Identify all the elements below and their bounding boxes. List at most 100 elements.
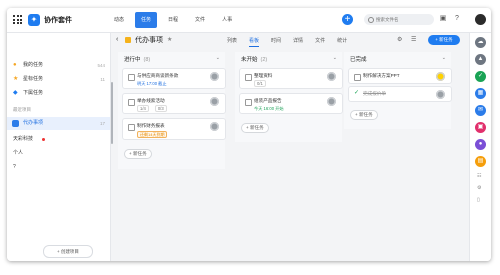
filter-icon[interactable]: ☰: [411, 36, 416, 43]
tab-timeline[interactable]: 时间: [271, 37, 281, 47]
right-rail: ☁ ▲ ✓ ▦ ✉ ▣ ● ▤ ☷ ⚙ ▯: [469, 33, 491, 261]
user-avatar[interactable]: [475, 14, 486, 25]
sidebar-group-company[interactable]: 天彩科技: [7, 133, 110, 146]
star-outline-icon[interactable]: ★: [167, 36, 172, 43]
sidebar-item-project[interactable]: 代办事项 17: [7, 117, 110, 130]
bag-icon[interactable]: ▣: [475, 122, 486, 133]
task-due: 明天 17:00 截止: [137, 81, 167, 86]
approve-icon[interactable]: ✓: [475, 71, 486, 82]
assignee-avatar: [210, 97, 219, 106]
column-header: 进行中 (8) ⌄: [118, 52, 225, 66]
people-icon[interactable]: ●: [475, 139, 486, 150]
add-task-button[interactable]: + 新任务: [350, 110, 378, 120]
create-project-button[interactable]: + 创建项目: [43, 245, 93, 258]
add-task-button[interactable]: + 新任务: [124, 149, 152, 159]
sidebar-group-personal[interactable]: 个人: [7, 147, 110, 160]
task-title: 与供应商商谈新条款: [137, 73, 179, 78]
task-checkbox[interactable]: [128, 74, 135, 81]
sidebar: ● 我的任务 544 ★ 星标任务 11 ◆ 下属任务 最近项目 代办事项 17…: [7, 33, 111, 261]
sidebar-group-other[interactable]: ?: [7, 161, 110, 174]
checkmark-icon[interactable]: ✓: [354, 90, 359, 96]
tab-details[interactable]: 详情: [293, 37, 303, 47]
assignee-avatar: [210, 72, 219, 81]
folder-icon[interactable]: ▤: [475, 156, 486, 167]
task-card[interactable]: 整理资料 0/1: [239, 68, 343, 89]
chevron-down-icon[interactable]: ⌄: [333, 55, 337, 61]
column-header: 已完成 ⌄: [344, 52, 451, 66]
sidebar-item-my-tasks[interactable]: ● 我的任务 544: [7, 59, 110, 72]
sidebar-group-label: ?: [13, 164, 16, 170]
column-title-text: 进行中: [124, 57, 141, 63]
sidebar-item-label: 星标任务: [23, 76, 44, 82]
help-icon[interactable]: ?: [452, 14, 462, 24]
nav-item-tasks[interactable]: 任务: [135, 12, 158, 28]
column-count: (8): [143, 57, 151, 63]
nav-item-feed[interactable]: 动态: [108, 12, 130, 28]
more-icon[interactable]: ▯: [477, 197, 480, 203]
app-window: ✦ 协作套件 动态 任务 日程 文件 人事 + ▣ ? ● 我的任务 544 ★…: [7, 8, 491, 261]
sidebar-item-label: 代办事项: [23, 120, 44, 126]
nav-item-hr[interactable]: 人事: [216, 12, 238, 28]
sidebar-item-starred[interactable]: ★ 星标任务 11: [7, 73, 110, 86]
add-task-button[interactable]: + 新任务: [241, 123, 269, 133]
user-icon: ●: [13, 62, 17, 68]
chevron-down-icon[interactable]: ⌄: [216, 55, 220, 61]
tab-stats[interactable]: 统计: [337, 37, 347, 47]
settings-icon[interactable]: ⚙: [477, 185, 481, 191]
chat-icon[interactable]: ✉: [475, 105, 486, 116]
cloud-icon[interactable]: ☁: [475, 37, 486, 48]
calendar-icon[interactable]: ▣: [438, 14, 448, 24]
tab-files[interactable]: 文件: [315, 37, 325, 47]
task-card[interactable]: 与供应商商谈新条款 明天 17:00 截止: [122, 68, 226, 89]
task-checkbox[interactable]: [128, 99, 135, 106]
nav-item-calendar[interactable]: 日程: [162, 12, 184, 28]
task-checkbox[interactable]: [128, 124, 135, 131]
settings-gear-icon[interactable]: ⚙: [397, 36, 402, 43]
task-checkbox[interactable]: [245, 74, 252, 81]
page-title: 代办事项: [135, 37, 163, 44]
task-card[interactable]: 举办线索活动 1/4 0/3: [122, 93, 226, 114]
task-title: 制作财务报表: [137, 123, 165, 128]
nav-item-files[interactable]: 文件: [189, 12, 211, 28]
people-icon: ◆: [13, 90, 18, 96]
task-due: 今天 16:00 开始: [254, 106, 284, 111]
due-tag: 还剩14天到期: [137, 131, 168, 138]
sidebar-item-count: 11: [100, 77, 105, 82]
apps-grid-icon[interactable]: [13, 15, 22, 24]
tab-list[interactable]: 列表: [227, 37, 237, 47]
task-title: 整理资料: [254, 73, 273, 78]
task-card[interactable]: ✓ 完成报价单: [348, 86, 452, 102]
chevron-down-icon[interactable]: ⌄: [442, 55, 446, 61]
recent-projects-heading: 最近项目: [13, 107, 31, 112]
assignee-avatar: [327, 97, 336, 106]
calendar-icon[interactable]: ▦: [475, 88, 486, 99]
back-arrow-icon[interactable]: ‹: [116, 36, 118, 43]
checklist-count: 0/3: [154, 105, 167, 112]
task-title: 举办线索活动: [137, 98, 165, 103]
board-column-done: 已完成 ⌄ 制作解决方案PPT ✓ 完成报价单 + 新任务: [344, 52, 452, 129]
column-header: 未开始 (2) ⌄: [235, 52, 342, 66]
task-meta: 0/1: [254, 80, 266, 87]
task-checkbox[interactable]: [354, 74, 361, 81]
app-logo-icon: ✦: [28, 14, 40, 26]
assignee-avatar: [327, 72, 336, 81]
search-input[interactable]: [364, 14, 434, 25]
task-card[interactable]: 制作解决方案PPT: [348, 68, 452, 84]
assignee-avatar: [436, 90, 445, 99]
task-checkbox[interactable]: [245, 99, 252, 106]
create-plus-button[interactable]: +: [342, 14, 353, 25]
sidebar-item-subordinate[interactable]: ◆ 下属任务: [7, 87, 110, 100]
tab-board[interactable]: 看板: [249, 37, 260, 47]
task-card[interactable]: 制作财务报表 还剩14天到期: [122, 118, 226, 140]
task-title: 完成报价单: [363, 91, 386, 96]
list-icon[interactable]: ☷: [477, 173, 481, 179]
task-title: 组装产品报告: [254, 98, 282, 103]
top-bar: ✦ 协作套件 动态 任务 日程 文件 人事 + ▣ ?: [7, 8, 491, 33]
column-title: 未开始 (2): [241, 55, 267, 63]
drive-icon[interactable]: ▲: [475, 54, 486, 65]
task-card[interactable]: 组装产品报告 今天 16:00 开始: [239, 93, 343, 114]
main-nav: 动态 任务 日程 文件 人事: [108, 12, 238, 28]
sidebar-scrollbar[interactable]: [111, 82, 113, 144]
subtask-count: 1/4: [137, 105, 149, 112]
new-task-button[interactable]: + 新任务: [428, 35, 460, 45]
